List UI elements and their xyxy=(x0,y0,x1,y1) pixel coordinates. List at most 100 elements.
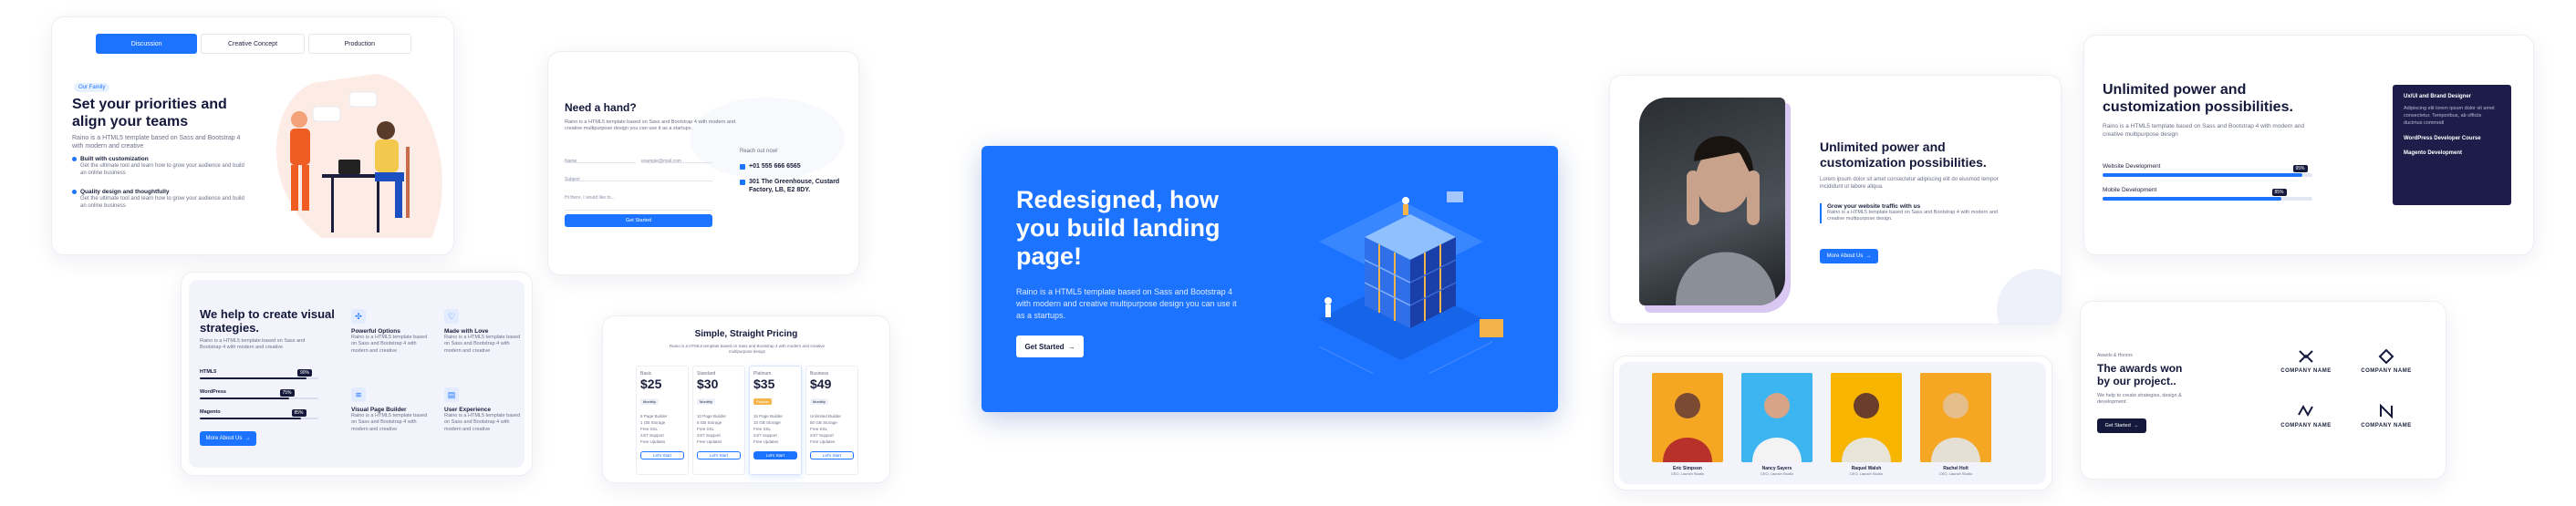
check-icon xyxy=(72,190,77,194)
contact-desc: Raino is a HTML5 template based on Sass … xyxy=(565,119,736,132)
team-member: Nancy Sayers CEO, Launch Studio xyxy=(1741,373,1813,476)
stressed-woman-photo xyxy=(1639,98,1785,305)
quote-block: Grow your website traffic with us Raino … xyxy=(1820,203,2011,223)
tab-production[interactable]: Production xyxy=(307,34,411,54)
skill-bar-fill xyxy=(2103,173,2302,177)
skill-row: Mobile Development 85% xyxy=(2103,187,2312,201)
plan-feature: Unlimited Builder xyxy=(810,414,842,418)
plan-card-platinum: Platinum $35 Popular 15 Page Builder 10 … xyxy=(749,366,802,475)
plan-feature: 24/7 Support xyxy=(753,433,777,438)
member-photo xyxy=(1831,373,1902,462)
plan-card-business: Business $49 Monthly Unlimited Builder 5… xyxy=(805,366,858,475)
plan-features: 5 Page Builder 1 GB Storage Free SSL 24/… xyxy=(640,413,684,445)
document-icon: ▤ xyxy=(444,387,459,402)
message-field[interactable]: Hi there, I would like to... xyxy=(565,187,712,211)
tab-discussion[interactable]: Discussion xyxy=(96,34,198,54)
plan-start-button[interactable]: Let's Start xyxy=(640,451,684,460)
member-role: CEO, Launch Studio xyxy=(1938,471,1973,476)
hero-banner: Redesigned, how you build landing page! … xyxy=(982,146,1558,412)
member-photo xyxy=(1652,373,1723,462)
plan-feature: Free SSL xyxy=(640,427,659,431)
priorities-desc: Raino is a HTML5 template based on Sass … xyxy=(72,135,241,150)
plan-badge: Monthly xyxy=(697,398,716,405)
feature-text: Raino is a HTML5 template based on Sass … xyxy=(444,413,521,432)
unlimited-title: Unlimited power and customization possib… xyxy=(1820,139,1987,170)
strategy-more-button[interactable]: More About Us → xyxy=(200,431,256,446)
feature-text: Raino is a HTML5 template based on Sass … xyxy=(444,335,521,354)
plan-feature: 24/7 Support xyxy=(697,433,721,438)
person-silhouette xyxy=(1842,393,1891,462)
feature-tile: ▤ User Experience Raino is a HTML5 templ… xyxy=(444,387,526,433)
skill-bar-fill xyxy=(2103,197,2281,201)
skill-row: Magento 85% xyxy=(200,409,318,419)
plan-start-button[interactable]: Let's Start xyxy=(697,451,741,460)
plan-feature: 15 Page Builder xyxy=(753,414,784,418)
contact-submit-button[interactable]: Get Started xyxy=(565,214,712,227)
plan-features: 15 Page Builder 10 GB Storage Free SSL 2… xyxy=(753,413,797,445)
plan-price: $49 xyxy=(810,377,832,391)
tab-creative-concept[interactable]: Creative Concept xyxy=(201,34,305,54)
panel-item-title[interactable]: WordPress Developer Course xyxy=(2404,136,2500,141)
strategy-more-label: More About Us xyxy=(205,436,243,441)
name-field[interactable]: Name xyxy=(565,150,636,164)
panel-item-title[interactable]: Ux/UI and Brand Designer xyxy=(2404,94,2500,99)
company-name: COMPANY NAME xyxy=(2280,368,2332,374)
member-role: CEO, Launch Studio xyxy=(1670,471,1705,476)
strategy-title: We help to create visual strategies. xyxy=(200,307,335,335)
feature-item: Quality design and thoughtfully Get the … xyxy=(72,189,245,210)
company-logo-mark xyxy=(2378,348,2394,365)
member-role: CEO, Launch Studio xyxy=(1760,471,1794,476)
feature-title: Built with customization xyxy=(80,156,149,162)
strategy-card: We help to create visual strategies. Rai… xyxy=(181,272,533,476)
email-placeholder: example@mail.com xyxy=(641,159,681,164)
unlimited-card: Unlimited power and customization possib… xyxy=(1609,75,2062,325)
awards-get-started-button[interactable]: Get Started → xyxy=(2097,418,2146,433)
plan-badge: Monthly xyxy=(810,398,829,405)
pricing-plans: Basic $25 Monthly 5 Page Builder 1 GB St… xyxy=(636,366,858,475)
hero-title: Redesigned, how you build landing page! xyxy=(1016,186,1220,270)
address-row: 301 The Greenhouse, Custard Factory, LB,… xyxy=(740,178,858,194)
company-name: COMPANY NAME xyxy=(2280,423,2332,429)
skill-bar-fill xyxy=(200,418,301,419)
team-member: Eric Simpson CEO, Launch Studio xyxy=(1652,373,1723,476)
reach-title: Reach out now! xyxy=(740,149,778,154)
plan-feature: Free SSL xyxy=(810,427,828,431)
plan-price: $25 xyxy=(640,377,662,391)
location-icon xyxy=(740,180,745,185)
plan-feature: 24/7 Support xyxy=(810,433,834,438)
email-field[interactable]: example@mail.com xyxy=(641,150,712,164)
skill-percent: 90% xyxy=(297,369,313,377)
pricing-card: Simple, Straight Pricing Raino is a HTML… xyxy=(602,315,890,483)
pricing-desc: Raino is a HTML5 template based on Sass … xyxy=(669,344,826,355)
hero-cta-label: Get Started xyxy=(1024,342,1065,351)
plan-start-button[interactable]: Let's Start xyxy=(753,451,797,460)
isometric-cube-illustration xyxy=(1318,191,1503,375)
plan-card-basic: Basic $25 Monthly 5 Page Builder 1 GB St… xyxy=(636,366,689,475)
skill-row: HTML5 90% xyxy=(200,369,318,379)
skill-percent: 95% xyxy=(2292,165,2308,172)
corner-blob xyxy=(1997,269,2061,324)
family-badge: Our Family xyxy=(74,83,110,92)
person-silhouette xyxy=(1663,393,1712,462)
feature-text: Get the ultimate tool and learn how to g… xyxy=(80,196,244,210)
panel-item-title[interactable]: Magento Development xyxy=(2404,150,2500,156)
skill-bar-fill xyxy=(200,377,306,379)
company-logo-mark xyxy=(2380,403,2393,419)
team-member: Rachel Holt CEO, Launch Studio xyxy=(1920,373,1991,476)
skill-row: Website Development 95% xyxy=(2103,163,2312,177)
person-silhouette xyxy=(1752,393,1802,462)
hero-get-started-button[interactable]: Get Started → xyxy=(1016,336,1084,357)
quote-title: Grow your website traffic with us xyxy=(1827,203,1921,210)
member-photo xyxy=(1920,373,1991,462)
phone-number: +01 555 666 6565 xyxy=(749,163,801,170)
plan-start-button[interactable]: Let's Start xyxy=(810,451,854,460)
phone-icon xyxy=(740,163,745,170)
feature-title: Quality design and thoughtfully xyxy=(80,189,170,195)
panel-item-text: Adipiscing elit lorem ipsum dolor sit am… xyxy=(2404,106,2495,126)
plan-feature: 24/7 Support xyxy=(640,433,664,438)
more-about-us-button[interactable]: More About Us → xyxy=(1820,249,1878,263)
subject-field[interactable]: Subject xyxy=(565,169,712,182)
plan-feature: Free SSL xyxy=(697,427,715,431)
company-logo-mark xyxy=(2299,350,2313,363)
company-logo: COMPANY NAME xyxy=(2274,404,2338,429)
